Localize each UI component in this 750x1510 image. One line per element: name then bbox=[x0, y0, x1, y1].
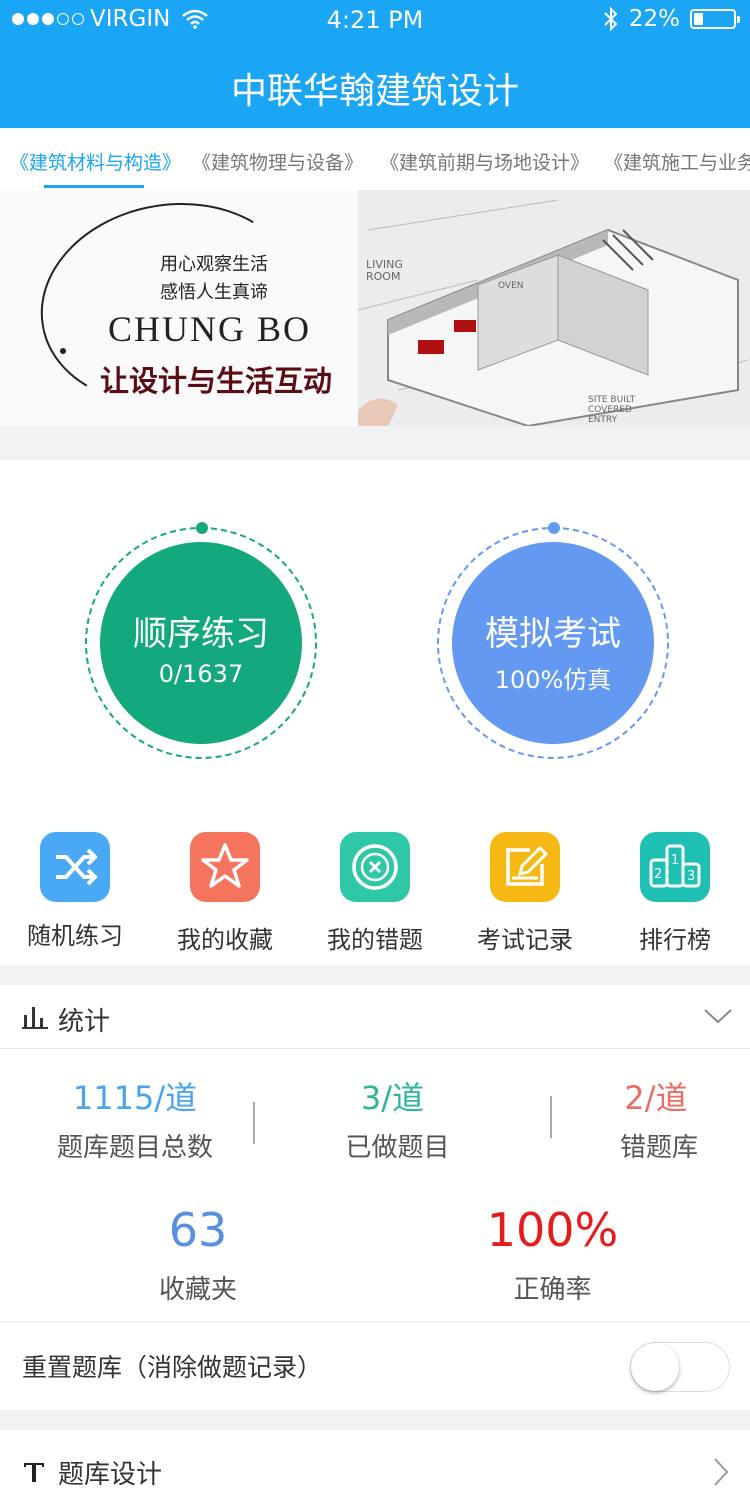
close-circle-icon bbox=[340, 832, 410, 902]
divider bbox=[550, 1096, 552, 1138]
status-bar: VIRGIN 4:21 PM 22% bbox=[0, 0, 750, 40]
tab-physics[interactable]: 《建筑物理与设备》 bbox=[192, 148, 363, 175]
done-questions-value: 3/道 bbox=[360, 1079, 425, 1117]
promo-banner[interactable]: 用心观察生活 感悟人生真谛 CHUNG BO 让设计与生活互动 LIVING R… bbox=[0, 190, 750, 426]
floorplan-illustration: LIVING ROOM SITE BUILT COVERED ENTRY OVE… bbox=[357, 190, 750, 426]
bar-chart-icon bbox=[22, 1007, 48, 1029]
tab-construction[interactable]: 《建筑施工与业务 bbox=[604, 148, 750, 175]
shuffle-icon bbox=[40, 832, 110, 902]
feature-label: 考试记录 bbox=[477, 926, 573, 954]
divider bbox=[253, 1102, 255, 1144]
svg-text:SITE BUILT: SITE BUILT bbox=[588, 395, 636, 405]
accuracy-value: 100% bbox=[486, 1203, 619, 1257]
edit-icon bbox=[490, 832, 560, 902]
tab-site-design[interactable]: 《建筑前期与场地设计》 bbox=[380, 148, 589, 175]
category-tabs: 《建筑材料与构造》 《建筑物理与设备》 《建筑前期与场地设计》 《建筑施工与业务 bbox=[0, 128, 750, 190]
banner-line-2: 感悟人生真谛 bbox=[160, 282, 268, 303]
app-header: VIRGIN 4:21 PM 22% 中联华翰建筑设计 bbox=[0, 0, 750, 128]
mock-exam-button[interactable]: 模拟考试 100%仿真 bbox=[452, 542, 654, 744]
svg-text:1: 1 bbox=[671, 853, 679, 868]
accuracy-label: 正确率 bbox=[513, 1275, 592, 1305]
status-right: 22% bbox=[603, 6, 740, 32]
feature-label: 我的错题 bbox=[327, 926, 423, 954]
ring-knob bbox=[548, 522, 560, 534]
floorplan-image: LIVING ROOM SITE BUILT COVERED ENTRY OVE… bbox=[357, 190, 750, 426]
star-icon bbox=[190, 832, 260, 902]
chevron-right-icon bbox=[714, 1458, 729, 1486]
total-questions-label: 题库题目总数 bbox=[56, 1133, 213, 1163]
stats-panel: 统计 1115/道 题库题目总数 3/道 已做题目 2/道 错题库 63 收藏夹… bbox=[0, 985, 750, 1410]
svg-text:COVERED: COVERED bbox=[588, 405, 632, 415]
ring-knob bbox=[196, 522, 208, 534]
page-title: 中联华翰建筑设计 bbox=[230, 71, 519, 112]
feature-label: 我的收藏 bbox=[177, 926, 273, 954]
mock-exam-sub: 100%仿真 bbox=[494, 666, 612, 694]
reset-label: 重置题库（消除做题记录） bbox=[22, 1353, 323, 1382]
feature-label: 随机练习 bbox=[27, 922, 123, 950]
wrong-questions-value: 2/道 bbox=[624, 1079, 688, 1117]
tab-materials[interactable]: 《建筑材料与构造》 bbox=[10, 148, 181, 175]
banner-line-1: 用心观察生活 bbox=[160, 254, 268, 275]
done-questions-label: 已做题目 bbox=[345, 1133, 450, 1163]
feature-label: 排行榜 bbox=[639, 926, 711, 954]
reset-toggle[interactable] bbox=[630, 1342, 730, 1392]
svg-text:ROOM: ROOM bbox=[366, 270, 400, 283]
mock-exam-label: 模拟考试 bbox=[485, 614, 621, 654]
total-questions-value: 1115/道 bbox=[72, 1079, 198, 1117]
svg-text:ENTRY: ENTRY bbox=[588, 415, 618, 425]
stats-header[interactable]: 统计 bbox=[0, 985, 750, 1049]
battery-percent: 22% bbox=[628, 6, 680, 32]
tab-active-indicator bbox=[44, 185, 144, 188]
practice-section: 顺序练习 0/1637 模拟考试 100%仿真 随机练习 我的收藏 我的错题 考… bbox=[0, 460, 750, 965]
text-icon bbox=[24, 1463, 44, 1482]
podium-icon: 2 1 3 bbox=[640, 832, 710, 902]
reset-row: 重置题库（消除做题记录） bbox=[0, 1321, 750, 1411]
sequential-practice-button[interactable]: 顺序练习 0/1637 bbox=[100, 542, 302, 744]
chevron-down-icon[interactable] bbox=[703, 1007, 733, 1025]
sequential-label: 顺序练习 bbox=[133, 614, 269, 654]
question-bank-design-row[interactable]: 题库设计 bbox=[0, 1430, 750, 1510]
toggle-thumb bbox=[631, 1343, 679, 1391]
favorites-label: 收藏夹 bbox=[158, 1275, 237, 1305]
sequential-progress: 0/1637 bbox=[158, 660, 244, 688]
svg-text:2: 2 bbox=[654, 867, 662, 882]
banner-tagline: 让设计与生活互动 bbox=[100, 364, 333, 398]
bluetooth-icon bbox=[604, 7, 618, 31]
svg-text:OVEN: OVEN bbox=[498, 281, 524, 291]
design-label: 题库设计 bbox=[58, 1460, 163, 1490]
banner-text-panel: 用心观察生活 感悟人生真谛 CHUNG BO 让设计与生活互动 bbox=[0, 190, 370, 426]
svg-text:3: 3 bbox=[687, 869, 695, 884]
banner-brand: CHUNG BO bbox=[108, 309, 312, 349]
wrong-questions-label: 错题库 bbox=[619, 1133, 698, 1163]
feature-grid: 随机练习 我的收藏 我的错题 考试记录 2 1 3 排行榜 bbox=[0, 830, 750, 965]
battery-icon bbox=[690, 9, 740, 29]
favorites-value: 63 bbox=[168, 1203, 228, 1257]
stats-title: 统计 bbox=[58, 1007, 111, 1037]
